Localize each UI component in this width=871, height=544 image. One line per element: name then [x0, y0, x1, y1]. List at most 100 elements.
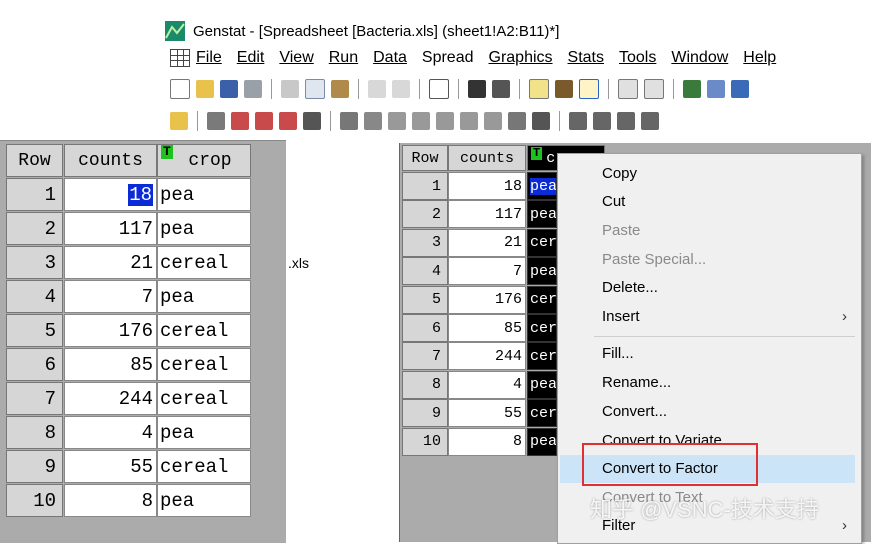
menu-data[interactable]: Data	[373, 49, 407, 67]
crop-cell[interactable]: cereal	[157, 450, 251, 483]
menu-copy[interactable]: Copy	[602, 163, 637, 185]
open-data-icon[interactable]	[170, 112, 188, 130]
insert-column-icon[interactable]	[231, 112, 249, 130]
counts-cell[interactable]: 21	[448, 228, 526, 257]
menu-help[interactable]: Help	[743, 49, 776, 67]
menu-paste-special[interactable]: Paste Special...	[602, 249, 706, 271]
copy-icon[interactable]	[305, 79, 325, 99]
redo-icon[interactable]	[392, 80, 410, 98]
row-number-cell[interactable]: 10	[6, 484, 63, 517]
stack-icon[interactable]	[412, 112, 430, 130]
menu-stats[interactable]: Stats	[568, 49, 604, 67]
row-number-cell[interactable]: 4	[402, 257, 448, 286]
align-left-icon[interactable]	[593, 112, 611, 130]
counts-cell[interactable]: 55	[64, 450, 157, 483]
crop-cell[interactable]: cereal	[157, 246, 251, 279]
row-number-cell[interactable]: 10	[402, 427, 448, 456]
doc-icon[interactable]	[644, 79, 664, 99]
split-icon[interactable]	[340, 112, 358, 130]
crop-cell-selected[interactable]: cer	[527, 342, 557, 371]
sheet-icon[interactable]	[529, 79, 549, 99]
counts-cell[interactable]: 8	[64, 484, 157, 517]
row-number-cell[interactable]: 3	[402, 228, 448, 257]
grid-lines-icon[interactable]	[569, 112, 587, 130]
sort-icon[interactable]	[388, 112, 406, 130]
menu-edit[interactable]: Edit	[237, 49, 265, 67]
crop-cell-selected[interactable]: cer	[527, 399, 557, 428]
crop-cell[interactable]: pea	[157, 416, 251, 449]
sigma-icon[interactable]	[532, 112, 550, 130]
counts-cell[interactable]: 85	[448, 314, 526, 342]
paste-icon[interactable]	[331, 80, 349, 98]
row-number-cell[interactable]: 1	[6, 178, 63, 211]
row-number-cell[interactable]: 5	[402, 285, 448, 314]
sort-az-icon[interactable]	[508, 112, 526, 130]
spreadsheet-icon[interactable]	[170, 49, 190, 67]
crop-cell-selected[interactable]: pea	[527, 370, 557, 399]
header-counts[interactable]: counts	[64, 144, 157, 177]
function-icon[interactable]	[207, 112, 225, 130]
crop-cell[interactable]: pea	[157, 484, 251, 517]
columns-icon[interactable]	[303, 112, 321, 130]
crop-cell-selected[interactable]: cer	[527, 228, 557, 257]
row-number-cell[interactable]: 6	[402, 314, 448, 342]
menu-cut[interactable]: Cut	[602, 191, 625, 213]
undo-icon[interactable]	[368, 80, 386, 98]
calculator-icon[interactable]	[555, 80, 573, 98]
crop-cell-selected[interactable]: pea	[527, 257, 557, 286]
align-center-icon[interactable]	[617, 112, 635, 130]
insert-row-icon[interactable]	[255, 112, 273, 130]
counts-cell[interactable]: 18	[448, 172, 526, 200]
unstack-icon[interactable]	[436, 112, 454, 130]
menu-run[interactable]: Run	[329, 49, 358, 67]
worksheet-active-icon[interactable]	[579, 79, 599, 99]
counts-cell[interactable]: 244	[64, 382, 157, 415]
counts-cell[interactable]: 244	[448, 342, 526, 371]
counts-cell[interactable]: 4	[64, 416, 157, 449]
row-number-cell[interactable]: 7	[6, 382, 63, 415]
recode-icon[interactable]	[484, 112, 502, 130]
print-icon[interactable]	[244, 80, 262, 98]
header-row[interactable]: Row	[6, 144, 63, 177]
row-number-cell[interactable]: 2	[6, 212, 63, 245]
find-next-icon[interactable]	[492, 80, 510, 98]
row-number-cell[interactable]: 9	[6, 450, 63, 483]
extra-icon[interactable]	[731, 80, 749, 98]
counts-cell[interactable]: 117	[64, 212, 157, 245]
list-icon[interactable]	[618, 79, 638, 99]
delete-column-icon[interactable]	[279, 112, 297, 130]
crop-cell[interactable]: pea	[157, 280, 251, 313]
menu-spread[interactable]: Spread	[422, 49, 474, 67]
counts-cell[interactable]: 55	[448, 399, 526, 428]
counts-cell[interactable]: 21	[64, 246, 157, 279]
counts-cell[interactable]: 4	[448, 370, 526, 399]
crop-cell[interactable]: cereal	[157, 382, 251, 415]
crop-cell[interactable]: pea	[157, 178, 251, 211]
crop-cell-selected[interactable]: cer	[527, 285, 557, 314]
edit-column-icon[interactable]	[364, 112, 382, 130]
crop-cell-selected[interactable]: pea	[527, 200, 557, 229]
align-right-icon[interactable]	[641, 112, 659, 130]
counts-cell[interactable]: 8	[448, 427, 526, 456]
row-number-cell[interactable]: 7	[402, 342, 448, 371]
crop-cell-selected[interactable]: cer	[527, 314, 557, 342]
menu-paste[interactable]: Paste	[602, 220, 640, 242]
menu-insert[interactable]: Insert	[602, 306, 640, 328]
find-icon[interactable]	[468, 80, 486, 98]
menu-window[interactable]: Window	[671, 49, 728, 67]
row-number-cell[interactable]: 3	[6, 246, 63, 279]
header-row[interactable]: Row	[402, 145, 448, 171]
crop-cell-selected[interactable]: pea	[527, 427, 557, 456]
counts-cell[interactable]: 176	[448, 285, 526, 314]
row-number-cell[interactable]: 8	[402, 370, 448, 399]
row-number-cell[interactable]: 4	[6, 280, 63, 313]
row-number-cell[interactable]: 6	[6, 348, 63, 381]
open-folder-icon[interactable]	[196, 80, 214, 98]
chat-icon[interactable]	[707, 80, 725, 98]
header-crop[interactable]: T crop	[157, 144, 251, 177]
crop-cell[interactable]: pea	[157, 212, 251, 245]
cut-icon[interactable]	[281, 80, 299, 98]
menu-graphics[interactable]: Graphics	[489, 49, 553, 67]
row-number-cell[interactable]: 1	[402, 172, 448, 200]
menu-fill[interactable]: Fill...	[602, 343, 634, 365]
